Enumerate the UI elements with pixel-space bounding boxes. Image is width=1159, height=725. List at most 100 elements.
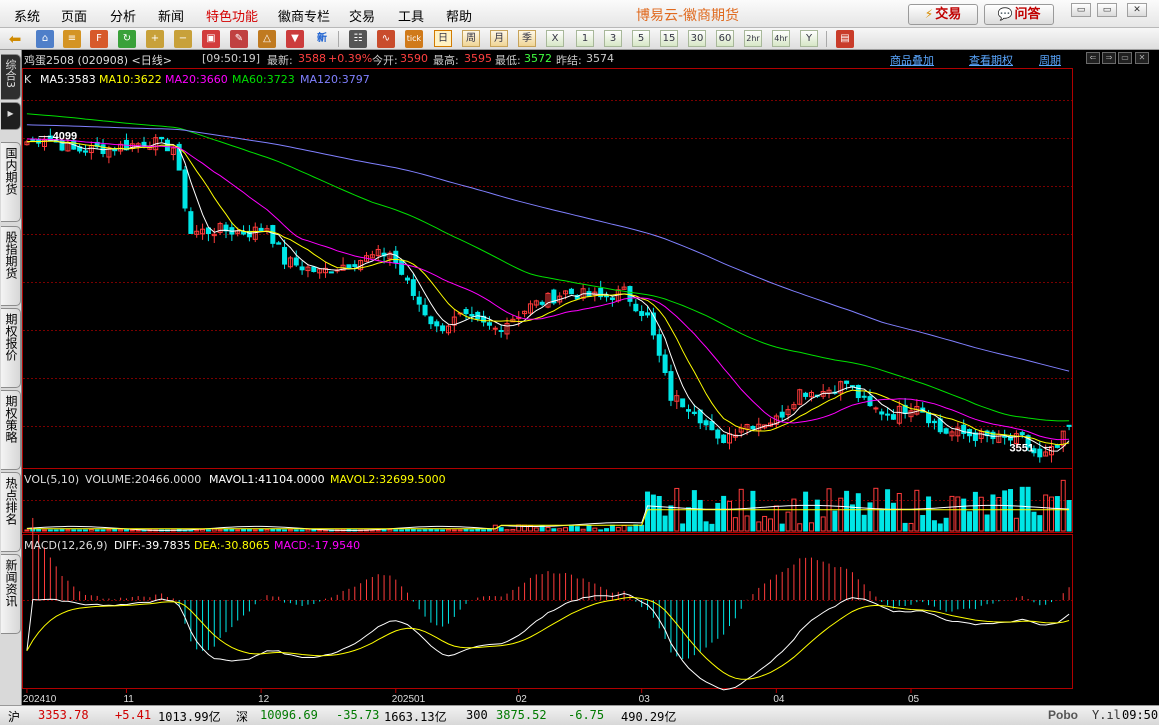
time-axis-label: 202410 [23, 694, 57, 705]
menu-help[interactable]: 帮助 [446, 6, 472, 25]
stack-icon[interactable]: ≡ [63, 30, 81, 48]
menu-column[interactable]: 徽商专栏 [278, 6, 330, 25]
menu-analysis[interactable]: 分析 [110, 6, 136, 25]
candle-body [311, 266, 317, 272]
volume-bar [235, 529, 241, 532]
tab-overview[interactable]: 综合3 [1, 54, 21, 100]
menu-system[interactable]: 系统 [14, 6, 40, 25]
tab-domestic-futures[interactable]: 国内期货 [1, 142, 21, 222]
volume-bar [211, 528, 217, 532]
period-2hr[interactable]: 2hr [744, 30, 762, 47]
volume-bar [762, 515, 768, 532]
zoom-in-icon[interactable]: + [146, 30, 164, 48]
line-chart-icon[interactable]: ∿ [377, 30, 395, 48]
home-icon[interactable]: ⌂ [36, 30, 54, 48]
period-week[interactable]: 周 [462, 30, 480, 47]
menu-news[interactable]: 新闻 [158, 6, 184, 25]
menu-features[interactable]: 特色功能 [206, 6, 258, 25]
low-price-marker: 3551 [1010, 442, 1034, 454]
close-panel-icon[interactable]: ✕ [1135, 52, 1149, 64]
period-30[interactable]: 30 [688, 30, 706, 47]
new-icon[interactable]: 新 [313, 30, 331, 48]
period-month[interactable]: 月 [490, 30, 508, 47]
period-link[interactable]: 周期 [1039, 52, 1061, 68]
candle-body [861, 395, 867, 398]
contract-name: 鸡蛋2508 (020908) <日线> [24, 54, 172, 67]
ask-button[interactable]: 💬 问答 [984, 4, 1054, 25]
maximize-window-button[interactable]: ▭ [1097, 3, 1117, 17]
zoom-out-icon[interactable]: − [174, 30, 192, 48]
ma5-label: MA5:3583 [40, 73, 96, 86]
next-arrow-icon[interactable]: ⇒ [1102, 52, 1116, 64]
toolbar: ⬅ ⌂ ≡ F ↻ + − ▣ ✎ △ ▼ 新 ☷ ∿ tick 日 周 月 季… [0, 28, 1159, 50]
period-day[interactable]: 日 [434, 30, 452, 47]
draw-icon[interactable]: △ [258, 30, 276, 48]
period-x[interactable]: X [546, 30, 564, 47]
refresh-icon[interactable]: ↻ [118, 30, 136, 48]
tab-news[interactable]: 新闻资讯 [1, 554, 21, 634]
volume-bar [978, 496, 984, 532]
volume-bar [908, 522, 914, 532]
period-15[interactable]: 15 [660, 30, 678, 47]
candle-body [645, 312, 651, 316]
candle-body [604, 295, 610, 298]
volume-bar [399, 529, 405, 532]
period-60[interactable]: 60 [716, 30, 734, 47]
prev-arrow-icon[interactable]: ⇐ [1086, 52, 1100, 64]
price-chart-svg[interactable]: 4099 3551 202410 11 12 202501 02 03 04 05 [22, 50, 1159, 705]
layout-icon[interactable]: ▭ [1118, 52, 1132, 64]
candle-body [276, 242, 282, 245]
tab-option-quotes[interactable]: 期权报价 [1, 308, 21, 388]
volume-bar [445, 529, 451, 532]
filter-icon[interactable]: ▼ [286, 30, 304, 48]
period-5[interactable]: 5 [632, 30, 650, 47]
tab-expand-arrow[interactable]: ▸ [1, 102, 21, 130]
volume-bar [217, 529, 223, 532]
period-4hr[interactable]: 4hr [772, 30, 790, 47]
volume-bar [1060, 479, 1066, 532]
volume-bar [463, 529, 469, 532]
candle-body [428, 316, 434, 325]
hs300-change: -6.75 [568, 708, 605, 722]
volume-bar [223, 528, 229, 532]
menu-trade[interactable]: 交易 [349, 6, 375, 25]
volume-bar [967, 511, 973, 532]
window-icon[interactable]: ▣ [202, 30, 220, 48]
chart-area[interactable]: 4099 3551 202410 11 12 202501 02 03 04 05 鸡蛋2508 … [22, 50, 1159, 705]
candle-body [686, 409, 692, 412]
period-3[interactable]: 3 [604, 30, 622, 47]
period-1[interactable]: 1 [576, 30, 594, 47]
period-year[interactable]: Y [800, 30, 818, 47]
f10-icon[interactable]: F [90, 30, 108, 48]
ask-button-label: 问答 [1014, 7, 1041, 22]
candle-body [410, 279, 416, 296]
tab-hot-ranking[interactable]: 热点排名 [1, 472, 21, 552]
view-options-link[interactable]: 查看期权 [969, 52, 1013, 68]
candle-body [855, 384, 861, 399]
sh-index-change: +5.41 [115, 708, 152, 722]
tab-option-strategy[interactable]: 期权策略 [1, 390, 21, 470]
quote-info-bar: 鸡蛋2508 (020908) <日线> [09:50:19] 最新: 3588… [22, 50, 1159, 67]
volume-bar [861, 514, 867, 532]
period-quarter[interactable]: 季 [518, 30, 536, 47]
volume-bar [205, 529, 211, 532]
trade-button[interactable]: ⚡ 交易 [908, 4, 978, 25]
volume-bar [838, 497, 844, 532]
volume-bar [194, 529, 200, 532]
tick-icon[interactable]: tick [405, 30, 423, 48]
menu-page[interactable]: 页面 [61, 6, 87, 25]
candle-body [721, 434, 727, 443]
panel-icon[interactable]: ▤ [836, 30, 854, 48]
table-icon[interactable]: ☷ [349, 30, 367, 48]
overlay-link[interactable]: 商品叠加 [890, 52, 934, 68]
volume-bar [937, 523, 943, 532]
volume-bar [686, 507, 692, 532]
restore-window-button[interactable]: ▭ [1071, 3, 1091, 17]
back-arrow-icon[interactable]: ⬅ [6, 30, 24, 48]
close-window-button[interactable]: ✕ [1127, 3, 1147, 17]
high-price-marker: 4099 [53, 131, 77, 143]
menu-tools[interactable]: 工具 [398, 6, 424, 25]
volume-bar [697, 499, 703, 532]
pen-icon[interactable]: ✎ [230, 30, 248, 48]
tab-index-futures[interactable]: 股指期货 [1, 226, 21, 306]
